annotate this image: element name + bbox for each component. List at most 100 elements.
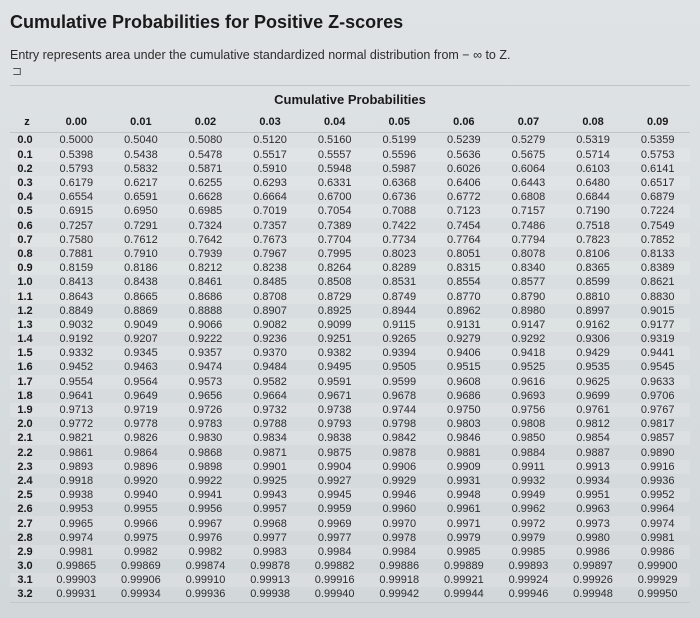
prob-cell: 0.9932 (496, 474, 561, 488)
prob-cell: 0.9940 (109, 488, 174, 502)
prob-cell: 0.9192 (44, 332, 109, 346)
prob-cell: 0.9783 (173, 417, 238, 431)
z-cell: 1.8 (10, 389, 44, 403)
prob-cell: 0.9973 (561, 516, 626, 530)
prob-cell: 0.9370 (238, 346, 303, 360)
prob-cell: 0.9793 (302, 417, 367, 431)
z-cell: 2.4 (10, 474, 44, 488)
prob-cell: 0.9147 (496, 318, 561, 332)
prob-cell: 0.99913 (238, 573, 303, 587)
prob-cell: 0.9726 (173, 403, 238, 417)
z-cell: 3.2 (10, 587, 44, 601)
prob-cell: 0.7257 (44, 218, 109, 232)
prob-cell: 0.9207 (109, 332, 174, 346)
prob-cell: 0.7910 (109, 247, 174, 261)
prob-cell: 0.5080 (173, 133, 238, 148)
prob-cell: 0.9265 (367, 332, 432, 346)
z-cell: 1.1 (10, 289, 44, 303)
table-row: 3.10.999030.999060.999100.999130.999160.… (10, 573, 690, 587)
prob-cell: 0.6141 (625, 162, 690, 176)
prob-cell: 0.99869 (109, 559, 174, 573)
prob-cell: 0.9706 (625, 389, 690, 403)
prob-cell: 0.9474 (173, 360, 238, 374)
z-cell: 2.6 (10, 502, 44, 516)
prob-cell: 0.7995 (302, 247, 367, 261)
prob-cell: 0.8599 (561, 275, 626, 289)
prob-cell: 0.9943 (238, 488, 303, 502)
prob-cell: 0.9564 (109, 375, 174, 389)
prob-cell: 0.7054 (302, 204, 367, 218)
z-cell: 0.7 (10, 233, 44, 247)
prob-cell: 0.8315 (432, 261, 497, 275)
prob-cell: 0.9982 (109, 545, 174, 559)
prob-cell: 0.99934 (109, 587, 174, 601)
prob-cell: 0.8508 (302, 275, 367, 289)
prob-cell: 0.9976 (173, 531, 238, 545)
prob-cell: 0.9699 (561, 389, 626, 403)
prob-cell: 0.9441 (625, 346, 690, 360)
prob-cell: 0.9953 (44, 502, 109, 516)
prob-cell: 0.9951 (561, 488, 626, 502)
prob-cell: 0.7422 (367, 218, 432, 232)
prob-cell: 0.8770 (432, 289, 497, 303)
prob-cell: 0.9949 (496, 488, 561, 502)
prob-cell: 0.8830 (625, 289, 690, 303)
prob-cell: 0.9979 (496, 531, 561, 545)
prob-cell: 0.8849 (44, 304, 109, 318)
intro-text: Entry represents area under the cumulati… (10, 47, 690, 63)
prob-cell: 0.9808 (496, 417, 561, 431)
z-cell: 0.2 (10, 162, 44, 176)
prob-cell: 0.8212 (173, 261, 238, 275)
prob-cell: 0.99946 (496, 587, 561, 601)
col-header-0.02: 0.02 (173, 115, 238, 133)
prob-cell: 0.99893 (496, 559, 561, 573)
prob-cell: 0.99948 (561, 587, 626, 601)
prob-cell: 0.9495 (302, 360, 367, 374)
prob-cell: 0.7389 (302, 218, 367, 232)
col-header-0.09: 0.09 (625, 115, 690, 133)
prob-cell: 0.9838 (302, 431, 367, 445)
prob-cell: 0.5832 (109, 162, 174, 176)
prob-cell: 0.9901 (238, 460, 303, 474)
prob-cell: 0.9864 (109, 445, 174, 459)
page-title: Cumulative Probabilities for Positive Z-… (10, 12, 690, 33)
prob-cell: 0.9452 (44, 360, 109, 374)
prob-cell: 0.99936 (173, 587, 238, 601)
col-header-0.06: 0.06 (432, 115, 497, 133)
prob-cell: 0.99944 (432, 587, 497, 601)
prob-cell: 0.7673 (238, 233, 303, 247)
prob-cell: 0.8186 (109, 261, 174, 275)
table-row: 0.60.72570.72910.73240.73570.73890.74220… (10, 218, 690, 232)
prob-cell: 0.9803 (432, 417, 497, 431)
table-row: 2.00.97720.97780.97830.97880.97930.97980… (10, 417, 690, 431)
prob-cell: 0.6179 (44, 176, 109, 190)
prob-cell: 0.8643 (44, 289, 109, 303)
prob-cell: 0.8665 (109, 289, 174, 303)
prob-cell: 0.7518 (561, 218, 626, 232)
prob-cell: 0.9974 (44, 531, 109, 545)
prob-cell: 0.9916 (625, 460, 690, 474)
prob-cell: 0.9049 (109, 318, 174, 332)
prob-cell: 0.9906 (367, 460, 432, 474)
z-cell: 1.0 (10, 275, 44, 289)
prob-cell: 0.7852 (625, 233, 690, 247)
prob-cell: 0.99931 (44, 587, 109, 601)
prob-cell: 0.9961 (432, 502, 497, 516)
prob-cell: 0.7939 (173, 247, 238, 261)
prob-cell: 0.5000 (44, 133, 109, 148)
prob-cell: 0.9977 (302, 531, 367, 545)
prob-cell: 0.9649 (109, 389, 174, 403)
prob-cell: 0.9893 (44, 460, 109, 474)
prob-cell: 0.7764 (432, 233, 497, 247)
prob-cell: 0.9535 (561, 360, 626, 374)
prob-cell: 0.99903 (44, 573, 109, 587)
prob-cell: 0.7794 (496, 233, 561, 247)
prob-cell: 0.9738 (302, 403, 367, 417)
prob-cell: 0.9946 (367, 488, 432, 502)
z-cell: 0.6 (10, 218, 44, 232)
prob-cell: 0.9332 (44, 346, 109, 360)
prob-cell: 0.9904 (302, 460, 367, 474)
z-cell: 3.1 (10, 573, 44, 587)
prob-cell: 0.9463 (109, 360, 174, 374)
prob-cell: 0.6808 (496, 190, 561, 204)
